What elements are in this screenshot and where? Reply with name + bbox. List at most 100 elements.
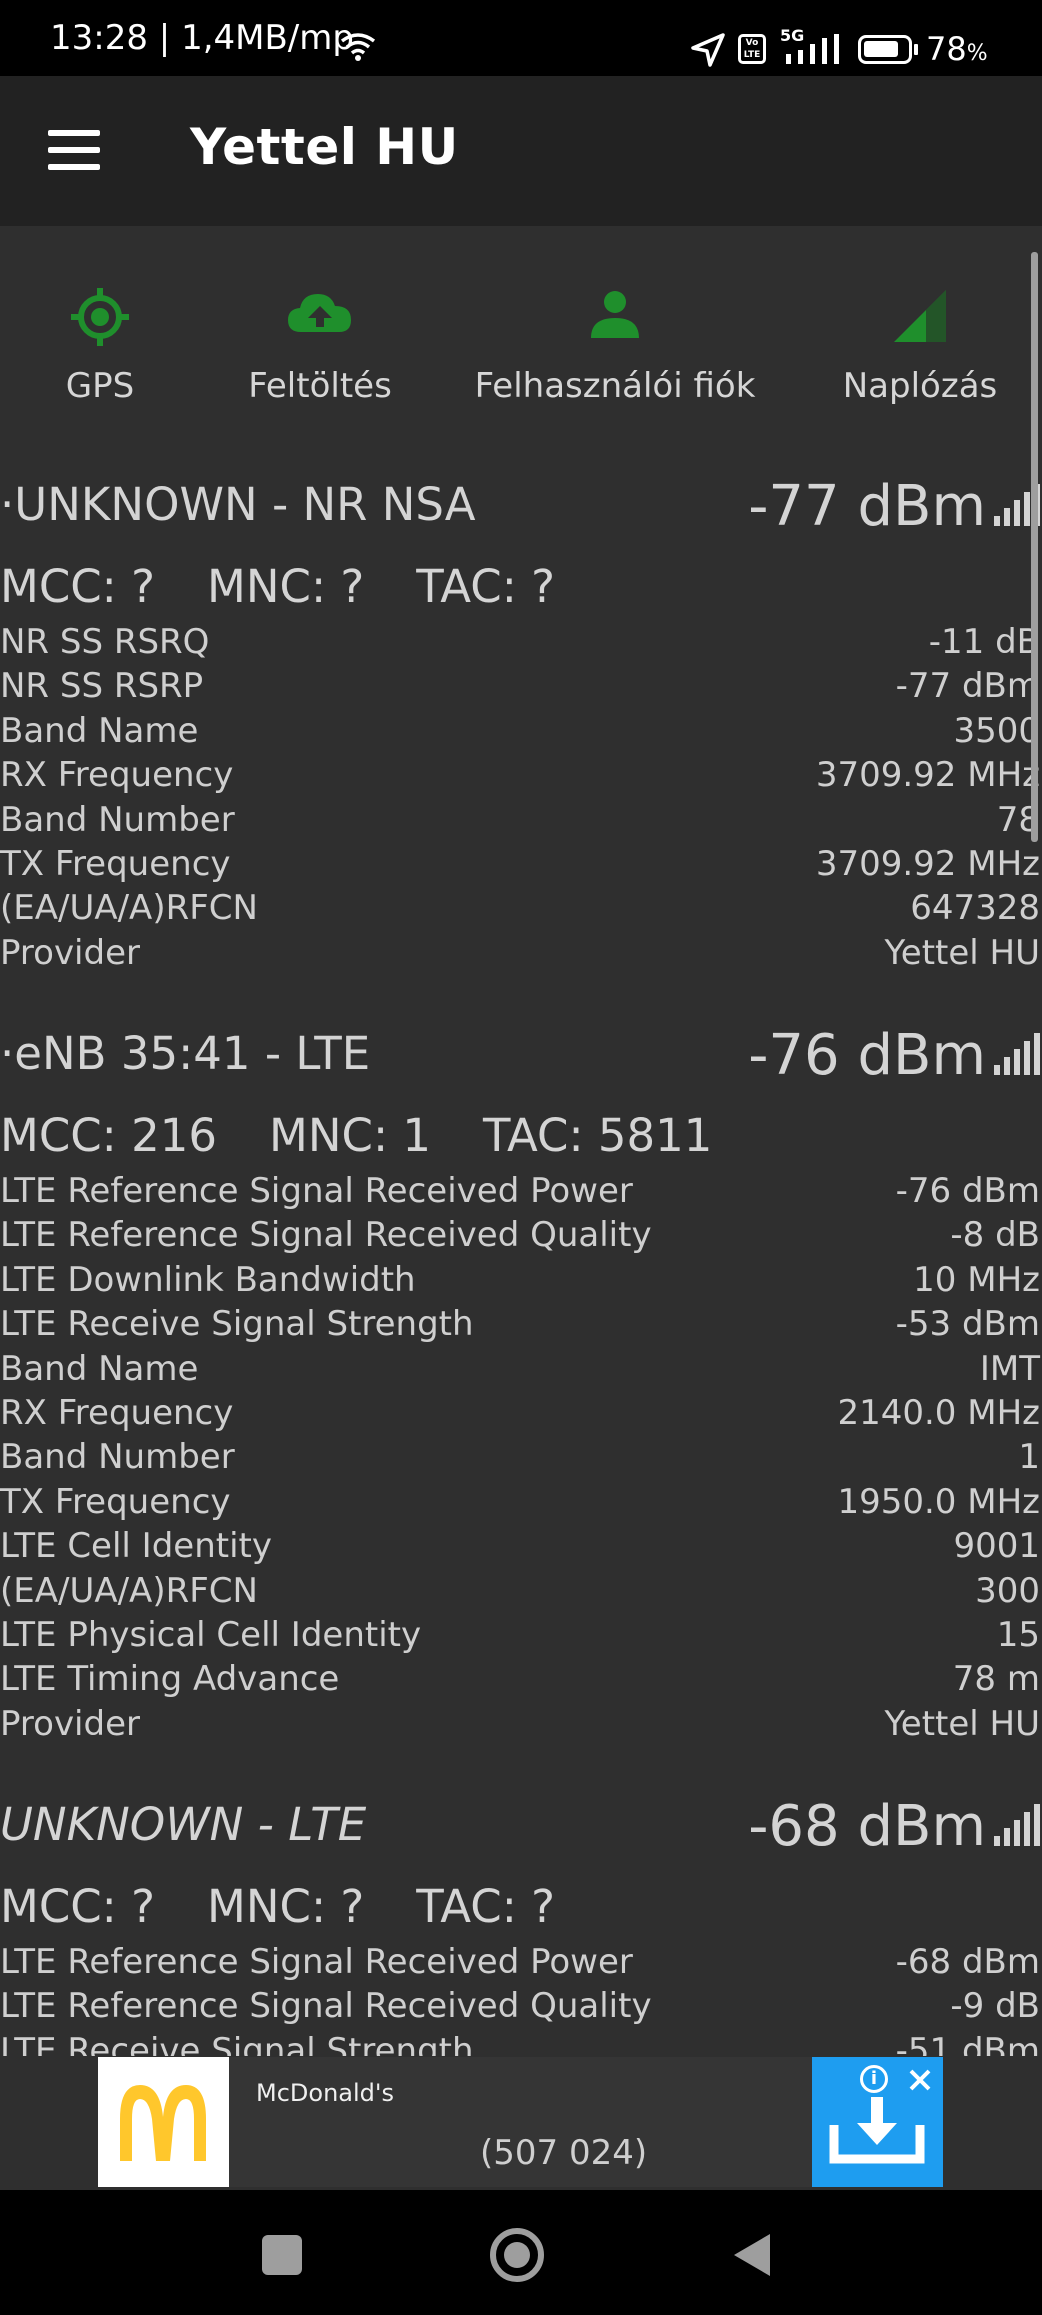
status-speed: 1,4MB/mp (181, 18, 354, 58)
cell-mcc: MCC: 216 (0, 1109, 218, 1162)
detail-label: LTE Receive Signal Strength (0, 2030, 474, 2056)
scrollbar[interactable] (1031, 252, 1038, 842)
detail-label: LTE Reference Signal Received Quality (0, 1215, 652, 1256)
detail-value: -76 dBm (895, 1171, 1040, 1211)
status-left: 13:28 | 1,4MB/mp (50, 18, 354, 58)
page-title: Yettel HU (190, 118, 459, 176)
detail-row: Band Number 78 (0, 800, 1042, 844)
cell-title: ·UNKNOWN - NR NSA (0, 478, 476, 531)
ad-close-icon[interactable] (907, 2067, 933, 2093)
detail-label: Band Number (0, 1437, 235, 1478)
ad-banner[interactable]: McDonald's (507 024) i (98, 2057, 943, 2187)
detail-value: -51 dBm (895, 2030, 1040, 2056)
detail-row: TX Frequency 1950.0 MHz (0, 1482, 1042, 1526)
detail-value: 2140.0 MHz (837, 1393, 1040, 1433)
detail-row: (EA/UA/A)RFCN 647328 (0, 888, 1042, 932)
detail-row: RX Frequency 2140.0 MHz (0, 1393, 1042, 1437)
ad-info-icon[interactable]: i (860, 2065, 888, 2093)
detail-label: NR SS RSRQ (0, 622, 210, 662)
detail-row: Band Name 3500 (0, 711, 1042, 755)
detail-label: LTE Physical Cell Identity (0, 1615, 422, 1655)
hamburger-menu-icon[interactable] (48, 130, 100, 172)
cell-dbm: -77 dBm (748, 474, 986, 539)
detail-label: LTE Cell Identity (0, 1526, 272, 1567)
detail-value: -11 dB (928, 622, 1040, 662)
battery-value: 78 (926, 30, 967, 68)
home-button[interactable] (488, 2226, 546, 2284)
detail-value: 9001 (953, 1526, 1040, 1567)
cell-tac: TAC: 5811 (483, 1109, 713, 1162)
detail-row: Provider Yettel HU (0, 933, 1042, 977)
detail-value: 3709.92 MHz (815, 755, 1040, 796)
detail-value: 300 (975, 1570, 1040, 1611)
detail-row: Band Name IMT (0, 1349, 1042, 1393)
detail-row: Provider Yettel HU (0, 1704, 1042, 1748)
detail-row: LTE Reference Signal Received Power -76 d… (0, 1171, 1042, 1215)
cell-mnc: MNC: 1 (269, 1109, 432, 1162)
detail-label: LTE Reference Signal Received Power (0, 1171, 633, 1211)
detail-label: Provider (0, 1703, 140, 1744)
detail-value: IMT (979, 1348, 1040, 1389)
battery-tip (914, 44, 918, 55)
detail-label: Band Number (0, 799, 235, 840)
wifi-icon (340, 33, 376, 61)
detail-value: -8 dB (950, 1215, 1040, 1256)
ad-advertiser-name: McDonald's (256, 2079, 394, 2107)
detail-value: 3500 (953, 710, 1040, 751)
ad-count: (507 024) (480, 2133, 648, 2173)
detail-label: TX Frequency (0, 844, 231, 884)
detail-label: (EA/UA/A)RFCN (0, 888, 258, 929)
detail-label: NR SS RSRP (0, 666, 204, 707)
app-bar (0, 76, 1042, 226)
detail-label: LTE Timing Advance (0, 1659, 340, 1700)
recent-apps-button[interactable] (262, 2235, 302, 2275)
detail-label: TX Frequency (0, 1481, 231, 1522)
detail-label: LTE Downlink Bandwidth (0, 1259, 416, 1300)
signal-bars-icon (990, 1033, 1040, 1081)
cell-title: UNKNOWN - LTE (0, 1798, 367, 1851)
detail-row: LTE Cell Identity 9001 (0, 1526, 1042, 1570)
status-time: 13:28 (50, 18, 148, 58)
detail-label: RX Frequency (0, 1393, 234, 1433)
detail-value: 1950.0 MHz (837, 1481, 1040, 1522)
detail-value: 15 (996, 1615, 1040, 1655)
detail-value: 647328 (910, 888, 1040, 929)
detail-row: LTE Reference Signal Received Quality -8 … (0, 1215, 1042, 1259)
detail-row: RX Frequency 3709.92 MHz (0, 755, 1042, 799)
detail-value: 3709.92 MHz (815, 844, 1040, 884)
cell-mcc: MCC: ? (0, 1880, 156, 1933)
detail-label: LTE Receive Signal Strength (0, 1304, 474, 1345)
detail-value: -77 dBm (895, 666, 1040, 707)
detail-row: LTE Reference Signal Received Quality -9 … (0, 1986, 1042, 2030)
detail-row: LTE Downlink Bandwidth 10 MHz (0, 1260, 1042, 1304)
navigation-bar (0, 2190, 1042, 2315)
cell-mcc: MCC: ? (0, 560, 156, 613)
status-separator: | (158, 18, 171, 58)
mcc-mnc-tac-row: MCC: ? MNC: ? TAC: ? (0, 560, 607, 613)
battery-level: 78% (926, 30, 988, 68)
detail-value: -9 dB (950, 1986, 1040, 2027)
battery-unit: % (966, 41, 988, 66)
detail-value: Yettel HU (884, 1703, 1040, 1744)
cell-signal-icon (786, 34, 839, 64)
detail-label: Band Name (0, 710, 199, 751)
cell-tac: TAC: ? (416, 560, 556, 613)
mcc-mnc-tac-row: MCC: 216 MNC: 1 TAC: 5811 (0, 1109, 764, 1162)
detail-value: 78 m (952, 1659, 1040, 1700)
detail-label: LTE Reference Signal Received Quality (0, 1986, 652, 2027)
detail-row: LTE Reference Signal Received Power -68 d… (0, 1942, 1042, 1986)
cell-dbm: -76 dBm (748, 1023, 986, 1088)
cell-mnc: MNC: ? (207, 560, 365, 613)
back-button[interactable] (730, 2232, 774, 2278)
mcdonalds-logo-icon (98, 2057, 229, 2187)
detail-value: -53 dBm (895, 1304, 1040, 1345)
volte-icon: Vo LTE (738, 34, 766, 64)
status-bar: 13:28 | 1,4MB/mp Vo LTE 5G 78% (0, 0, 1042, 76)
signal-bars-icon (990, 1804, 1040, 1852)
cell-dbm: -68 dBm (748, 1794, 986, 1859)
detail-row: Band Number 1 (0, 1437, 1042, 1481)
cell-tac: TAC: ? (416, 1880, 556, 1933)
detail-label: (EA/UA/A)RFCN (0, 1570, 258, 1611)
detail-value: 1 (1018, 1437, 1040, 1478)
cell-list[interactable]: ·UNKNOWN - NR NSA -77 dBm MCC: ? MNC: ? TAC:… (0, 226, 1042, 2056)
